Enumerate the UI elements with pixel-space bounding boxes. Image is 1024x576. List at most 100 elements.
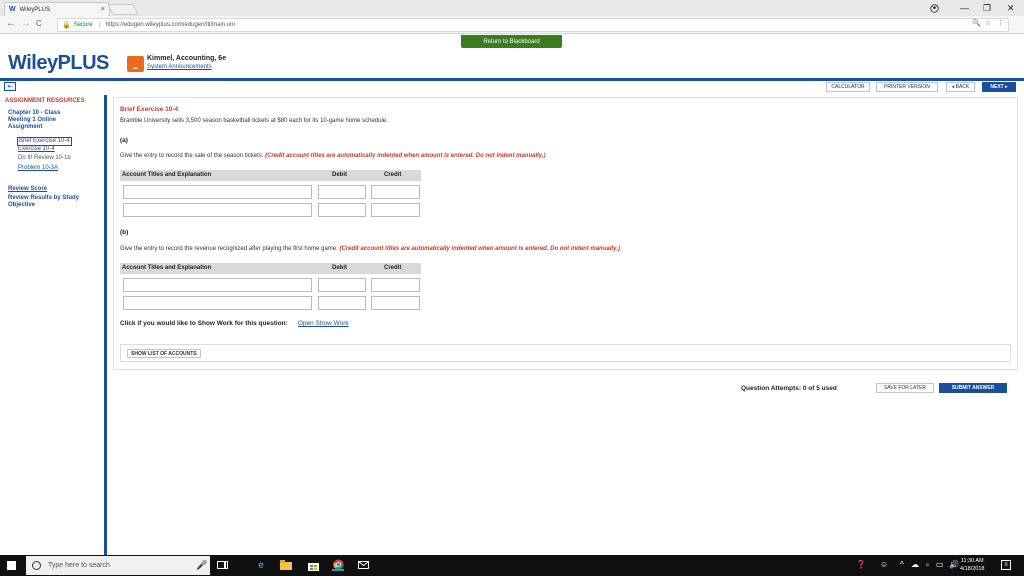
menu-icon[interactable]: ⋮ xyxy=(997,20,1004,27)
profile-icon[interactable] xyxy=(930,1,939,15)
return-to-blackboard-button[interactable]: Return to Blackboard xyxy=(461,35,562,48)
wileyplus-favicon-icon: W xyxy=(9,6,16,13)
exercise-title: Brief Exercise 10-4 xyxy=(120,106,179,113)
taskbar-clock[interactable]: 11:30 AM 4/18/2018 xyxy=(960,557,984,573)
windows-taskbar: Type here to search 🎤 e ❓ ☺ ^ ☁ ● ▭ 🔊 11… xyxy=(0,555,1024,576)
part-b-table-header: Account Titles and Explanation Debit Cre… xyxy=(120,263,421,274)
cortana-icon xyxy=(32,561,41,570)
forward-arrow-icon[interactable]: → xyxy=(21,18,31,29)
part-a-row1-account-input[interactable] xyxy=(123,185,312,199)
calculator-button[interactable]: CALCULATOR xyxy=(826,82,870,92)
zoom-icon[interactable]: 🔍 xyxy=(972,20,981,27)
secure-label: Secure xyxy=(74,22,100,28)
part-b-label: (b) xyxy=(120,229,129,236)
credit-column-header: Credit xyxy=(384,265,402,271)
url-input[interactable]: 🔒 Secure https://edugen.wileyplus.com/ed… xyxy=(57,18,1009,32)
maximize-button[interactable]: ❐ xyxy=(983,1,991,15)
show-work-prompt: Click if you would like to Show Work for… xyxy=(120,320,349,327)
part-a-row2-debit-input[interactable] xyxy=(318,203,366,217)
credit-column-header: Credit xyxy=(384,172,402,178)
save-for-later-button[interactable]: SAVE FOR LATER xyxy=(876,383,934,393)
clock-date: 4/18/2018 xyxy=(960,566,985,572)
question-attempts: Question Attempts: 0 of 5 used xyxy=(741,385,837,392)
sidebar-item-do-it-review[interactable]: Do It! Review 10-1b xyxy=(18,155,71,162)
file-explorer-icon[interactable] xyxy=(280,559,292,571)
part-b-instruction: Give the entry to record the revenue rec… xyxy=(120,246,620,252)
url-text: https://edugen.wileyplus.com/edugen/lti/… xyxy=(105,22,235,28)
sidebar-heading: ASSIGNMENT RESOURCES xyxy=(5,98,85,104)
account-column-header: Account Titles and Explanation xyxy=(122,265,212,271)
chrome-icon[interactable] xyxy=(332,558,344,571)
part-a-label: (a) xyxy=(120,137,128,144)
window-close-button[interactable]: ✕ xyxy=(1007,1,1015,15)
back-arrow-icon[interactable]: ← xyxy=(6,18,16,29)
part-b-row2-credit-input[interactable] xyxy=(371,296,420,310)
next-button[interactable]: NEXT ▸ xyxy=(982,82,1016,92)
minimize-button[interactable]: — xyxy=(960,1,969,15)
toolbar: ⇤ CALCULATOR PRINTER VERSION ◂ BACK NEXT… xyxy=(0,81,1024,93)
wileyplus-logo: WileyPLUS xyxy=(8,52,109,74)
part-a-instruction: Give the entry to record the sale of the… xyxy=(120,153,546,159)
microphone-icon[interactable]: 🎤 xyxy=(196,560,207,571)
assignment-resources-sidebar: ASSIGNMENT RESOURCES Chapter 10 - Class … xyxy=(0,95,107,555)
sidebar-item-brief-exercise[interactable]: Brief Exercise 10-4 xyxy=(17,137,72,146)
part-b-row1-debit-input[interactable] xyxy=(318,278,366,292)
bookmark-star-icon[interactable]: ☆ xyxy=(985,20,991,27)
part-b-note: (Credit account titles are automatically… xyxy=(339,246,620,252)
part-a-row2-account-input[interactable] xyxy=(123,203,312,217)
windows-start-icon[interactable] xyxy=(7,561,16,570)
review-results-link[interactable]: Review Results by Study Objective xyxy=(8,195,79,209)
printer-version-button[interactable]: PRINTER VERSION xyxy=(876,82,938,92)
system-announcements-link[interactable]: System Announcements xyxy=(147,64,212,70)
tab-title: WileyPLUS xyxy=(19,6,50,13)
sidebar-item-exercise[interactable]: Exercise 10-4 xyxy=(18,146,55,153)
address-bar: ← → C 🔒 Secure https://edugen.wileyplus.… xyxy=(0,16,1024,34)
omnibox-actions: 🔍 ☆ ⋮ xyxy=(972,19,1004,27)
browser-tab[interactable]: W WileyPLUS × xyxy=(4,2,110,16)
mail-icon[interactable] xyxy=(357,559,369,571)
part-a-row1-credit-input[interactable] xyxy=(371,185,420,199)
part-a-row2-credit-input[interactable] xyxy=(371,203,420,217)
task-view-icon[interactable] xyxy=(216,559,228,571)
list-of-accounts-panel: SHOW LIST OF ACCOUNTS xyxy=(120,344,1011,362)
edge-browser-icon[interactable]: e xyxy=(255,559,267,571)
show-list-of-accounts-button[interactable]: SHOW LIST OF ACCOUNTS xyxy=(127,349,201,358)
antivirus-icon[interactable]: ● xyxy=(925,560,930,569)
onedrive-icon[interactable]: ☁ xyxy=(911,560,919,569)
collapse-sidebar-icon[interactable]: ⇤ xyxy=(4,82,16,91)
open-show-work-link[interactable]: Open Show Work xyxy=(298,320,349,327)
browser-tab-bar: W WileyPLUS × — ❐ ✕ xyxy=(0,0,1024,16)
part-a-table-header: Account Titles and Explanation Debit Cre… xyxy=(120,170,421,181)
show-hidden-icons-icon[interactable]: ^ xyxy=(900,560,904,569)
back-button[interactable]: ◂ BACK xyxy=(946,82,975,92)
taskbar-search-input[interactable]: Type here to search xyxy=(26,556,210,575)
clock-time: 11:30 AM xyxy=(960,558,984,564)
part-b-row2-debit-input[interactable] xyxy=(318,296,366,310)
people-icon[interactable]: ☺ xyxy=(880,560,888,569)
part-b-row1-credit-input[interactable] xyxy=(371,278,420,292)
sidebar-item-problem[interactable]: Problem 10-3A xyxy=(18,165,58,172)
book-cover-icon: ▬ xyxy=(127,56,144,72)
sidebar-assignment-link[interactable]: Chapter 10 - Class Meeting 1 Online Assi… xyxy=(8,110,60,131)
network-icon[interactable]: ▭ xyxy=(936,560,944,569)
exercise-description: Bramble University sells 3,500 season ba… xyxy=(120,118,388,124)
part-b-row2-account-input[interactable] xyxy=(123,296,312,310)
volume-icon[interactable]: 🔊 xyxy=(949,560,959,569)
part-a-note: (Credit account titles are automatically… xyxy=(265,153,546,159)
new-tab-button[interactable] xyxy=(107,4,139,15)
book-title: Kimmel, Accounting, 6e xyxy=(147,55,227,62)
store-icon[interactable] xyxy=(307,559,319,571)
account-column-header: Account Titles and Explanation xyxy=(122,172,212,178)
review-score-link[interactable]: Review Score xyxy=(8,186,47,193)
action-center-icon[interactable]: ≡ xyxy=(1001,560,1011,570)
debit-column-header: Debit xyxy=(332,172,347,178)
part-b-row1-account-input[interactable] xyxy=(123,278,312,292)
reload-icon[interactable]: C xyxy=(36,19,42,28)
help-icon[interactable]: ❓ xyxy=(856,560,866,569)
question-panel: Brief Exercise 10-4 Bramble University s… xyxy=(113,97,1018,370)
submit-answer-button[interactable]: SUBMIT ANSWER xyxy=(939,383,1007,393)
debit-column-header: Debit xyxy=(332,265,347,271)
part-a-row1-debit-input[interactable] xyxy=(318,185,366,199)
tab-close-icon[interactable]: × xyxy=(101,6,105,13)
search-placeholder: Type here to search xyxy=(48,562,110,569)
